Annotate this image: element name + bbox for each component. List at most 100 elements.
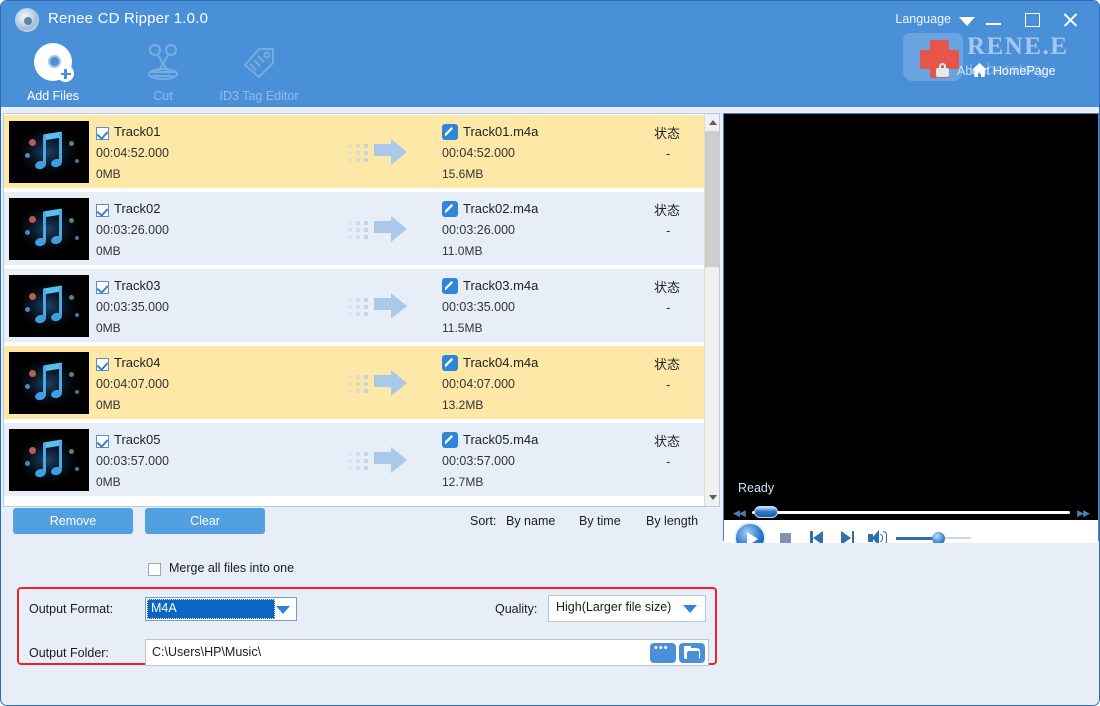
settings-panel: Merge all files into one Output Format: …	[3, 543, 1099, 705]
table-row[interactable]: Track02 00:03:26.000 0MB Track02.m4a 00:03:2…	[4, 191, 707, 265]
track-thumbnail	[9, 429, 89, 491]
track-checkbox[interactable]	[96, 435, 109, 448]
home-icon	[971, 62, 988, 81]
fast-forward-icon[interactable]: ▶▶	[1077, 508, 1090, 519]
output-size: 13.2MB	[442, 398, 484, 412]
output-duration: 00:03:26.000	[442, 223, 515, 237]
track-checkbox[interactable]	[96, 204, 109, 217]
seek-thumb[interactable]	[754, 506, 778, 518]
table-row[interactable]: Track03 00:03:35.000 0MB Track03.m4a 00:03:3…	[4, 268, 707, 342]
output-name: Track05.m4a	[463, 432, 539, 447]
status-label: 状态	[654, 203, 681, 218]
output-format-label: Output Format:	[29, 602, 114, 616]
edit-output-icon[interactable]	[442, 201, 458, 217]
toolbar-label-add-files: Add Files	[26, 89, 80, 103]
convert-arrow-icon	[348, 139, 412, 166]
seek-track[interactable]	[752, 511, 1070, 514]
table-row[interactable]: Track01 00:04:52.000 0MB Track01.m4a 00:04:5…	[4, 114, 707, 188]
output-name: Track02.m4a	[463, 201, 539, 216]
track-checkbox[interactable]	[96, 127, 109, 140]
track-name: Track04	[114, 355, 161, 370]
toolbar-label-id3-tag-editor: ID3 Tag Editor	[219, 89, 299, 103]
browse-folder-button[interactable]	[650, 642, 676, 663]
quality-value: High(Larger file size)	[556, 600, 672, 614]
open-folder-button[interactable]	[679, 643, 705, 663]
title-row: Renee CD Ripper 1.0.0 Language	[1, 1, 1099, 39]
convert-arrow-icon	[348, 293, 412, 320]
toolbar-item-cut[interactable]: Cut	[113, 43, 213, 103]
lock-icon	[935, 62, 950, 80]
track-size: 0MB	[96, 167, 121, 181]
chevron-down-icon[interactable]	[683, 605, 697, 613]
edit-output-icon[interactable]	[442, 278, 458, 294]
track-duration: 00:03:57.000	[96, 454, 169, 468]
track-name: Track05	[114, 432, 161, 447]
toolbar-item-id3-tag-editor[interactable]: ID3 Tag Editor	[209, 43, 309, 103]
output-name: Track04.m4a	[463, 355, 539, 370]
seek-bar[interactable]: ◀◀ ▶▶	[724, 504, 1098, 520]
edit-output-icon[interactable]	[442, 432, 458, 448]
table-row[interactable]: Track04 00:04:07.000 0MB Track04.m4a 00:04:0…	[4, 345, 707, 419]
sort-label: Sort:	[470, 514, 497, 528]
status-badge: -	[666, 146, 671, 161]
language-label[interactable]: Language	[895, 12, 951, 26]
status-badge: -	[666, 223, 671, 238]
rene-e-laboratory-logo: RENE.E Laboratory	[895, 31, 1085, 93]
convert-arrow-icon	[348, 447, 412, 474]
track-duration: 00:04:07.000	[96, 377, 169, 391]
player-status: Ready	[738, 481, 775, 495]
track-name: Track03	[114, 278, 161, 293]
output-duration: 00:04:52.000	[442, 146, 515, 160]
edit-output-icon[interactable]	[442, 355, 458, 371]
convert-arrow-icon	[348, 216, 412, 243]
scroll-down-icon[interactable]	[705, 489, 719, 506]
sort-by-length-button[interactable]: By length	[646, 514, 698, 528]
clear-button[interactable]: Clear	[145, 508, 265, 534]
rewind-icon[interactable]: ◀◀	[733, 508, 746, 519]
sort-by-name-button[interactable]: By name	[506, 514, 555, 528]
file-list-scrollbar[interactable]	[704, 114, 719, 506]
scrollbar-thumb[interactable]	[705, 131, 719, 267]
chevron-down-icon[interactable]	[276, 606, 290, 614]
track-size: 0MB	[96, 244, 121, 258]
media-preview-pane[interactable]: Ready ◀◀ ▶▶	[723, 113, 1099, 560]
track-duration: 00:04:52.000	[96, 146, 169, 160]
merge-checkbox[interactable]	[148, 563, 161, 576]
close-button[interactable]	[1057, 9, 1083, 31]
output-name: Track03.m4a	[463, 278, 539, 293]
minimize-button[interactable]	[981, 9, 1007, 31]
tag-icon	[209, 43, 309, 83]
status-label: 状态	[654, 357, 681, 372]
output-folder-input[interactable]: C:\Users\HP\Music\	[145, 639, 709, 666]
status-label: 状态	[654, 280, 681, 295]
track-duration: 00:03:35.000	[96, 300, 169, 314]
table-row[interactable]: Track05 00:03:57.000 0MB Track05.m4a 00:03:5…	[4, 422, 707, 496]
track-size: 0MB	[96, 398, 121, 412]
track-checkbox[interactable]	[96, 281, 109, 294]
list-action-bar: Remove Clear Sort: By name By time By le…	[3, 507, 720, 541]
output-size: 12.7MB	[442, 475, 484, 489]
maximize-button[interactable]	[1019, 9, 1045, 31]
output-size: 11.0MB	[442, 244, 483, 258]
output-duration: 00:04:07.000	[442, 377, 515, 391]
output-format-select[interactable]: M4A	[145, 597, 297, 621]
file-list[interactable]: Track01 00:04:52.000 0MB Track01.m4a 00:04:5…	[3, 113, 720, 507]
toolbar-item-add-files[interactable]: Add Files	[3, 43, 103, 103]
status-label: 状态	[654, 434, 681, 449]
track-name: Track01	[114, 124, 161, 139]
page-title: Renee CD Ripper 1.0.0	[48, 10, 209, 27]
merge-label: Merge all files into one	[169, 561, 295, 575]
edit-output-icon[interactable]	[442, 124, 458, 140]
track-duration: 00:03:26.000	[96, 223, 169, 237]
title-bar: Renee CD Ripper 1.0.0 Language RENE.E La…	[1, 1, 1099, 107]
sort-by-time-button[interactable]: By time	[579, 514, 621, 528]
output-duration: 00:03:57.000	[442, 454, 515, 468]
chevron-down-icon[interactable]	[959, 17, 975, 26]
remove-button[interactable]: Remove	[13, 508, 133, 534]
status-badge: -	[666, 300, 671, 315]
scroll-up-icon[interactable]	[705, 114, 719, 131]
output-format-value: M4A	[151, 601, 177, 615]
homepage-link[interactable]: HomePage	[971, 63, 1091, 83]
track-checkbox[interactable]	[96, 358, 109, 371]
quality-select[interactable]: High(Larger file size)	[548, 595, 706, 622]
